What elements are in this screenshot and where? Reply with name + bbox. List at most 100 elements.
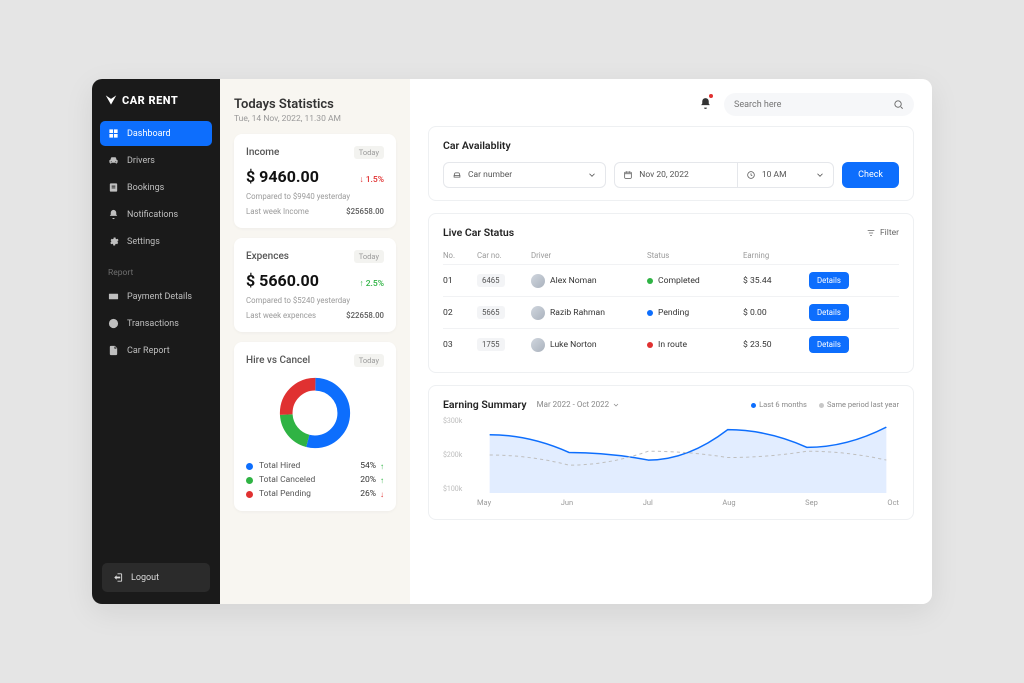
expenses-compare: Compared to $5240 yesterday — [246, 296, 350, 305]
table-row: 01 6465 Alex Noman Completed $ 35.44 Det… — [443, 264, 899, 296]
car-icon — [452, 170, 462, 180]
income-lw-value: $25658.00 — [346, 207, 384, 216]
expenses-lw-value: $22658.00 — [346, 311, 384, 320]
details-button[interactable]: Details — [809, 272, 849, 289]
availability-panel: Car Availablity Car number Nov 20, 2022 — [428, 126, 914, 201]
hire-title: Hire vs Cancel — [246, 355, 310, 366]
status-cell: Completed — [647, 276, 737, 286]
legend-dot-icon — [246, 463, 253, 470]
expenses-card: ExpencesToday $ 5660.00 ↑ 2.5% Compared … — [234, 238, 396, 332]
stats-title: Todays Statistics — [234, 97, 396, 112]
summary-legend: Last 6 months Same period last year — [751, 400, 899, 409]
grid-icon — [108, 128, 119, 139]
sidebar-item-notifications[interactable]: Notifications — [100, 202, 212, 227]
expenses-tag: Today — [354, 250, 384, 263]
table-header: No. Car no. Driver Status Earning — [443, 247, 899, 264]
chevron-down-icon — [612, 401, 620, 409]
sidebar-nav: Dashboard Drivers Bookings Notifications… — [92, 121, 220, 254]
sidebar-item-drivers[interactable]: Drivers — [100, 148, 212, 173]
summary-range-select[interactable]: Mar 2022 - Oct 2022 — [537, 400, 620, 409]
sidebar-section-report: Report — [92, 254, 220, 284]
status-dot-icon — [647, 310, 653, 316]
sidebar-item-label: Drivers — [127, 156, 155, 166]
status-dot-icon — [647, 342, 653, 348]
sidebar-item-payment-details[interactable]: Payment Details — [100, 284, 212, 309]
sidebar-item-car-report[interactable]: Car Report — [100, 338, 212, 363]
legend-pending: Total Pending26%↓ — [246, 489, 384, 499]
stats-header: Todays Statistics Tue, 14 Nov, 2022, 11.… — [234, 97, 396, 124]
calendar-icon — [623, 170, 633, 180]
sidebar-item-label: Payment Details — [127, 292, 192, 302]
stats-subtitle: Tue, 14 Nov, 2022, 11.30 AM — [234, 114, 396, 124]
search-bar[interactable] — [724, 93, 914, 116]
filter-button[interactable]: Filter — [866, 228, 899, 238]
chevron-down-icon — [815, 170, 825, 180]
logout-icon — [112, 572, 123, 583]
check-button[interactable]: Check — [842, 162, 899, 188]
earning-chart: $300k $200k $100k MayJunJulAugSepOct — [443, 417, 899, 507]
car-number-select[interactable]: Car number — [443, 162, 606, 188]
chart-y-labels: $300k $200k $100k — [443, 417, 462, 493]
legend-dot-icon — [246, 491, 253, 498]
driver-cell: Alex Noman — [531, 274, 641, 288]
brand-logo: CAR RENT — [92, 93, 220, 121]
sidebar-item-settings[interactable]: Settings — [100, 229, 212, 254]
earning-cell: $ 23.50 — [743, 340, 803, 350]
topbar — [410, 79, 932, 126]
earning-summary-panel: Earning Summary Mar 2022 - Oct 2022 Last… — [428, 385, 914, 520]
live-title: Live Car Status — [443, 226, 514, 239]
income-tag: Today — [354, 146, 384, 159]
avatar — [531, 274, 545, 288]
income-title: Income — [246, 147, 279, 158]
expenses-lw-label: Last week expences — [246, 311, 316, 320]
expenses-amount: $ 5660.00 — [246, 271, 319, 290]
details-button[interactable]: Details — [809, 304, 849, 321]
search-input[interactable] — [734, 100, 893, 110]
bell-icon — [699, 97, 712, 110]
donut-legend: Total Hired54%↑ Total Canceled20%↑ Total… — [246, 461, 384, 499]
status-cell: Pending — [647, 308, 737, 318]
sidebar-item-transactions[interactable]: Transactions — [100, 311, 212, 336]
chart-x-labels: MayJunJulAugSepOct — [477, 498, 899, 507]
legend-dot-icon — [246, 477, 253, 484]
time-select[interactable]: 10 AM — [738, 163, 833, 187]
driver-cell: Luke Norton — [531, 338, 641, 352]
driver-cell: Razib Rahman — [531, 306, 641, 320]
report-icon — [108, 345, 119, 356]
date-select[interactable]: Nov 20, 2022 — [615, 163, 737, 187]
sidebar-item-label: Car Report — [127, 346, 170, 356]
app-window: CAR RENT Dashboard Drivers Bookings Noti… — [92, 79, 932, 604]
income-amount: $ 9460.00 — [246, 167, 319, 186]
sidebar-report-nav: Payment Details Transactions Car Report — [92, 284, 220, 363]
car-chip: 5665 — [477, 306, 505, 319]
income-compare: Compared to $9940 yesterday — [246, 192, 350, 201]
income-delta: ↓ 1.5% — [359, 174, 384, 185]
brand-logo-icon — [104, 93, 118, 107]
filter-icon — [866, 228, 876, 238]
notifications-bell[interactable] — [699, 95, 712, 114]
donut-chart — [246, 375, 384, 451]
earning-cell: $ 0.00 — [743, 308, 803, 318]
transactions-icon — [108, 318, 119, 329]
avatar — [531, 306, 545, 320]
car-icon — [108, 155, 119, 166]
sidebar-item-label: Transactions — [127, 319, 179, 329]
table-row: 02 5665 Razib Rahman Pending $ 0.00 Deta… — [443, 296, 899, 328]
arrow-up-icon: ↑ — [380, 476, 384, 485]
earning-cell: $ 35.44 — [743, 276, 803, 286]
income-lw-label: Last week Income — [246, 207, 309, 216]
booking-icon — [108, 182, 119, 193]
car-chip: 6465 — [477, 274, 505, 287]
sidebar-item-dashboard[interactable]: Dashboard — [100, 121, 212, 146]
summary-title: Earning Summary — [443, 398, 527, 411]
expenses-delta: ↑ 2.5% — [359, 278, 384, 289]
avatar — [531, 338, 545, 352]
sidebar-item-label: Settings — [127, 237, 160, 247]
clock-icon — [746, 170, 756, 180]
logout-button[interactable]: Logout — [102, 563, 210, 592]
status-dot-icon — [647, 278, 653, 284]
sidebar-item-bookings[interactable]: Bookings — [100, 175, 212, 200]
stats-column: Todays Statistics Tue, 14 Nov, 2022, 11.… — [220, 79, 410, 604]
details-button[interactable]: Details — [809, 336, 849, 353]
live-status-panel: Live Car Status Filter No. Car no. Drive… — [428, 213, 914, 373]
